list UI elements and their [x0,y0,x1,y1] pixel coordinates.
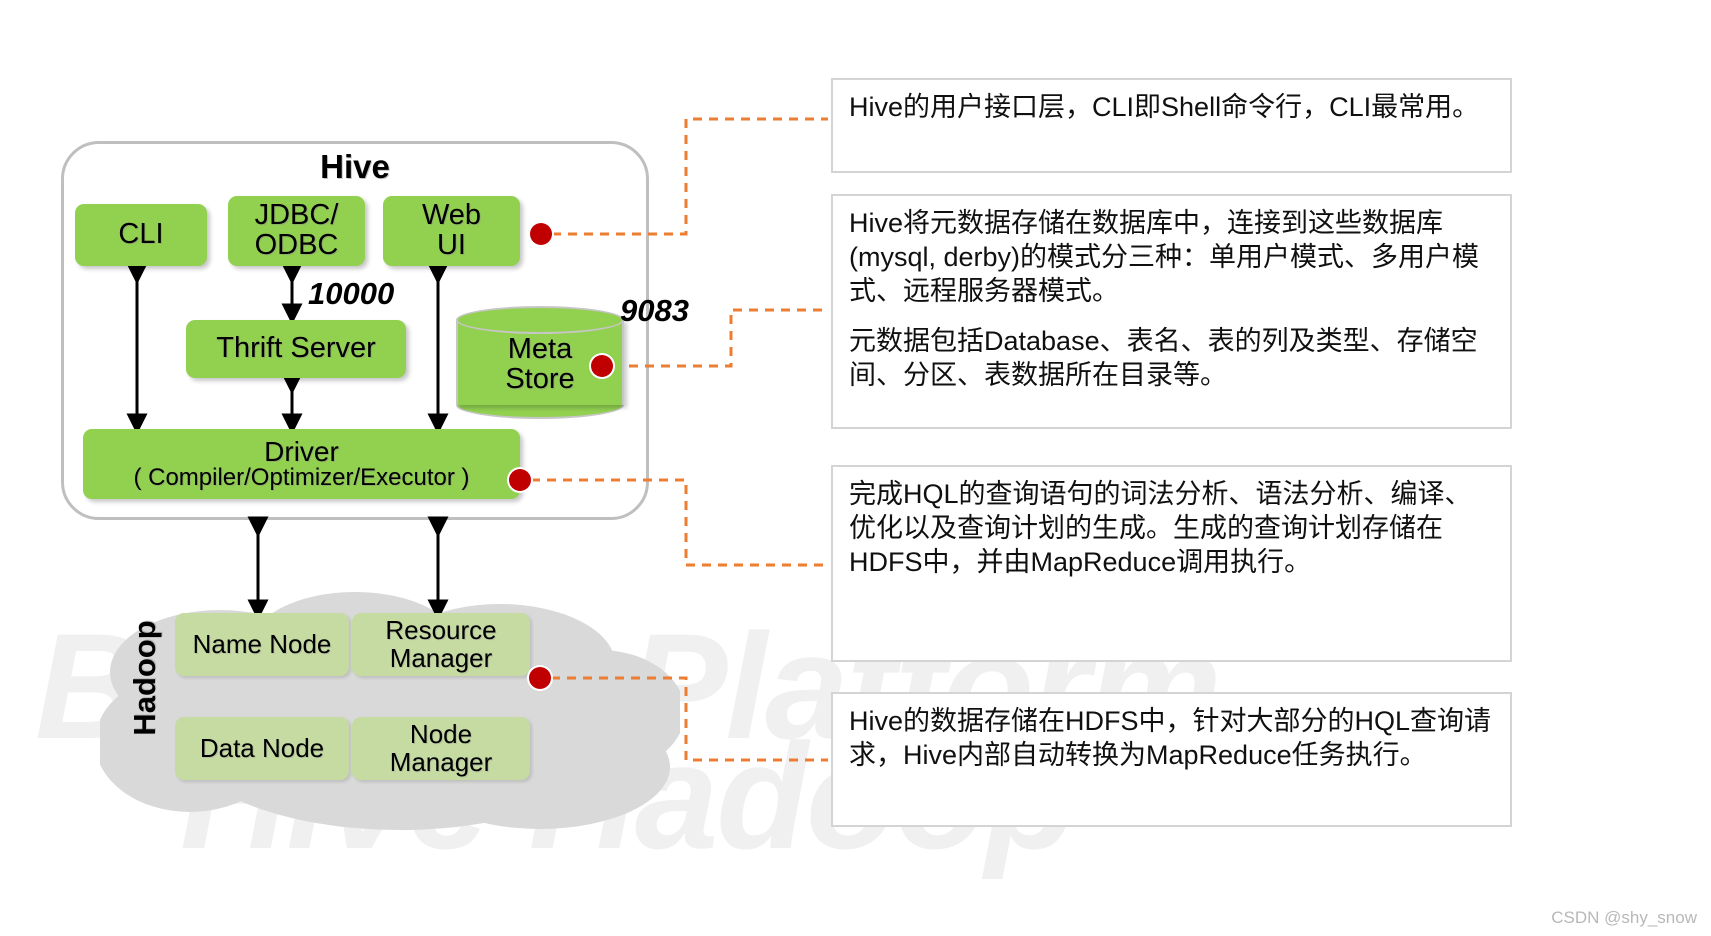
hadoop-component-resource-manager[interactable]: Resource Manager [352,613,530,676]
note-user-interface: Hive的用户接口层，CLI即Shell命令行，CLI最常用。 [831,78,1512,173]
hadoop-component-data-node[interactable]: Data Node [175,717,349,780]
hive-component-driver-label-1: Driver [264,435,339,467]
hive-component-jdbc-label-2: ODBC [254,229,339,261]
hadoop-component-name-node[interactable]: Name Node [175,613,349,676]
cylinder-top [456,306,624,334]
hive-component-webui-label-1: Web [421,199,482,232]
port-label-thrift: 10000 [308,276,395,311]
hadoop-label: Hadoop [127,620,162,736]
hive-title: Hive [320,148,390,185]
csdn-credit: CSDN @shy_snow [1551,908,1697,927]
connector-dot-meta-store [591,355,613,377]
hadoop-component-rm-label-1: Resource [385,615,497,646]
hadoop-component-name-node-label: Name Node [192,628,332,659]
hadoop-component-nm-label-1: Node [409,719,473,750]
hadoop-component-nm-label-2: Manager [389,746,493,777]
connector-dot-web-ui [530,223,552,245]
connector-dot-hadoop [529,667,551,689]
hive-component-jdbc-label-1: JDBC/ [254,199,339,232]
hadoop-component-data-node-label: Data Node [199,732,325,763]
note-metastore-paragraph-2: 元数据包括Database、表名、表的列及类型、存储空间、分区、表数据所在目录等… [849,326,1478,391]
note-user-interface-paragraph-1: Hive的用户接口层，CLI即Shell命令行，CLI最常用。 [849,92,1480,122]
hive-component-jdbc-odbc[interactable]: JDBC/ ODBC [228,196,365,266]
hive-component-cli[interactable]: CLI [75,204,207,266]
hive-component-cli-label: CLI [118,218,164,251]
note-hadoop-paragraph-1: Hive的数据存储在HDFS中，针对大部分的HQL查询请求，Hive内部自动转换… [849,706,1492,771]
note-metastore-paragraph-1: Hive将元数据存储在数据库中，连接到这些数据库(mysql, derby)的模… [849,208,1480,307]
hadoop-component-rm-label-2: Manager [389,642,493,673]
hadoop-component-node-manager[interactable]: Node Manager [352,717,530,780]
diagram-canvas: BigData Platform Hive Hadoop Hive [0,0,1711,936]
note-driver-paragraph-1: 完成HQL的查询语句的词法分析、语法分析、编译、优化以及查询计划的生成。生成的查… [849,479,1472,578]
hive-component-driver[interactable]: Driver ( Compiler/Optimizer/Executor ) [83,429,520,499]
port-label-metastore: 9083 [620,293,689,328]
note-metastore: Hive将元数据存储在数据库中，连接到这些数据库(mysql, derby)的模… [831,194,1512,429]
hive-component-thrift-server[interactable]: Thrift Server [186,320,406,378]
connector-dot-driver [509,469,531,491]
hive-component-driver-label-2: ( Compiler/Optimizer/Executor ) [133,464,470,492]
note-hadoop: Hive的数据存储在HDFS中，针对大部分的HQL查询请求，Hive内部自动转换… [831,692,1512,827]
hive-component-webui-label-2: UI [436,229,466,261]
note-driver: 完成HQL的查询语句的词法分析、语法分析、编译、优化以及查询计划的生成。生成的查… [831,465,1512,662]
hive-component-thrift-label: Thrift Server [216,332,376,365]
hive-component-web-ui[interactable]: Web UI [383,196,520,266]
